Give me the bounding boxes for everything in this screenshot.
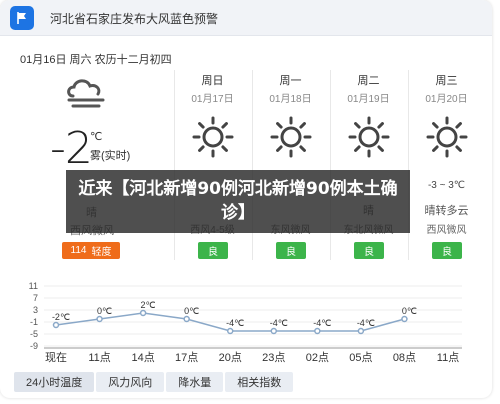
temperature-point (401, 315, 408, 323)
tab-precipitation[interactable]: 降水量 (166, 372, 224, 392)
tab-wind[interactable]: 风力风向 (96, 372, 165, 392)
alert-bar[interactable]: 河北省石家庄发布大风蓝色预警 (0, 0, 492, 36)
temperature-chart: 11 7 3 -1 -5 -9 现在 11点 14点 17点 20点 23点 02点 05点 08点 11点 -… (0, 272, 492, 372)
temperature-point (139, 309, 147, 317)
temperature-point (226, 327, 234, 335)
point-label: 0℃ (97, 306, 112, 316)
forecast-date: 01月18日 (269, 94, 312, 105)
point-label: -2℃ (52, 312, 70, 322)
current-condition-realtime: 雾(实时) (90, 150, 131, 162)
x-tick-label: 08点 (393, 351, 416, 364)
x-tick-label: 14点 (131, 351, 154, 364)
aqi-value: 114 (70, 245, 87, 256)
forecast-aqi-badge: 良 (276, 242, 306, 259)
current-temperature: -2 (50, 123, 93, 174)
temperature-unit: ℃ (90, 131, 103, 143)
forecast-date: 01月17日 (191, 94, 234, 105)
forecast-day-name: 周三 (435, 75, 458, 87)
x-tick-label: 11点 (437, 351, 459, 364)
tab-24h-temperature[interactable]: 24小时温度 (14, 372, 95, 392)
aqi-label: 轻度 (91, 247, 112, 258)
x-tick-label: 现在 (45, 351, 67, 364)
y-tick-label: 3 (33, 305, 38, 315)
temperature-point (183, 315, 190, 323)
y-tick-label: -9 (30, 341, 38, 351)
y-tick-label: -1 (30, 317, 38, 327)
point-label: -4℃ (357, 318, 375, 328)
forecast-day-name: 周一 (279, 75, 302, 87)
temperature-point (357, 327, 365, 335)
flag-icon (10, 6, 34, 30)
forecast-aqi-badge: 良 (198, 242, 228, 259)
forecast-date: 01月19日 (347, 94, 390, 105)
alert-text[interactable]: 河北省石家庄发布大风蓝色预警 (50, 10, 218, 27)
date-line: 01月16日 周六 农历十二月初四 (20, 54, 172, 66)
point-label: -4℃ (226, 318, 244, 328)
temperature-point (96, 315, 103, 323)
forecast-day[interactable]: 周三 01月20日 -3 ~ 3℃ 晴转多云 西风微风 良 (408, 70, 484, 260)
forecast-day-name: 周日 (201, 75, 224, 87)
point-label: 0℃ (184, 306, 199, 316)
x-tick-label: 23点 (262, 351, 285, 364)
chart-tabs: 24小时温度 风力风向 降水量 相关指数 (14, 372, 294, 392)
forecast-date: 01月20日 (425, 94, 468, 105)
temperature-point (314, 327, 321, 335)
sun-icon (348, 116, 390, 158)
y-tick-label: 11 (29, 281, 38, 291)
point-label: 2℃ (141, 300, 156, 310)
y-tick-label: 7 (33, 293, 38, 303)
temperature-point (52, 321, 60, 329)
point-label: 0℃ (402, 306, 417, 316)
forecast-aqi-badge: 良 (354, 242, 384, 259)
temperature-chart-svg: 11 7 3 -1 -5 -9 现在 11点 14点 17点 20点 23点 02点 05点 08点 11点 -… (29, 281, 462, 364)
x-tick-label: 17点 (175, 351, 198, 364)
aqi-badge[interactable]: 114 轻度 (62, 242, 120, 259)
x-tick-label: 02点 (306, 351, 329, 364)
forecast-aqi-badge: 良 (432, 242, 462, 259)
sun-icon (270, 116, 312, 158)
sun-icon (426, 116, 468, 158)
y-tick-label: -5 (30, 329, 38, 339)
point-label: -4℃ (313, 318, 331, 328)
sun-icon (192, 116, 234, 158)
forecast-range: -3 ~ 3℃ (427, 180, 466, 191)
forecast-wind: 西风微风 (426, 225, 467, 236)
tab-indices[interactable]: 相关指数 (225, 372, 294, 392)
headline-overlay[interactable]: 近来【河北新增90例河北新增90例本土确诊】 (66, 170, 410, 233)
haze-icon (63, 76, 109, 112)
weather-card: 河北省石家庄发布大风蓝色预警 01月16日 周六 农历十二月初四 -2 ℃ 雾(… (0, 0, 492, 398)
forecast-day-name: 周二 (357, 75, 380, 87)
x-tick-label: 11点 (88, 351, 110, 364)
temperature-point (270, 327, 278, 335)
x-tick-label: 05点 (349, 351, 372, 364)
forecast-condition: 晴转多云 (424, 205, 469, 217)
x-tick-label: 20点 (219, 351, 242, 364)
point-label: -4℃ (270, 318, 288, 328)
